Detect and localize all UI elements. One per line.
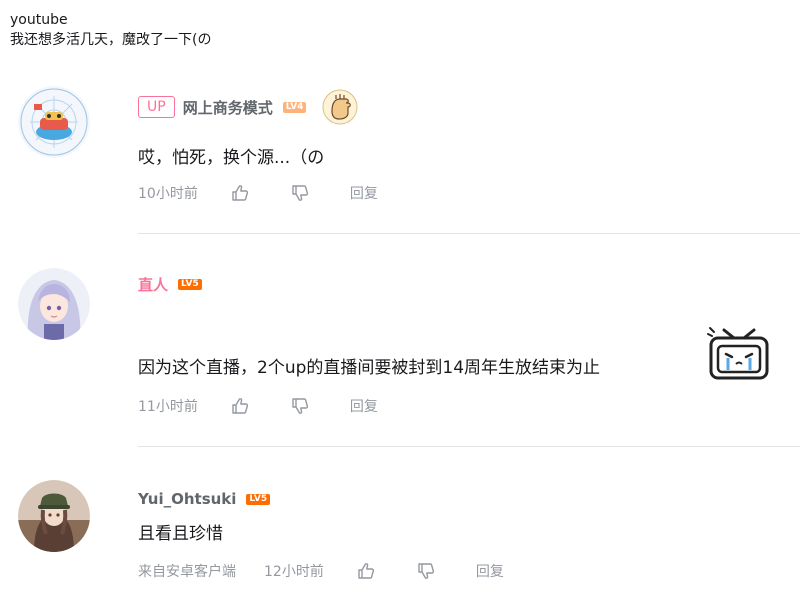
- avatar-image-1: [18, 86, 90, 158]
- avatar-image-3: [18, 480, 90, 552]
- level-badge: LV4: [282, 101, 307, 113]
- avatar[interactable]: [18, 268, 90, 340]
- divider: [138, 446, 800, 447]
- username[interactable]: 直人: [138, 274, 168, 295]
- user-info: Yui_Ohtsuki LV5: [138, 486, 271, 512]
- quoted-post: youtube 我还想多活几天，魔改了一下(の: [10, 10, 211, 50]
- comment-meta: 来自安卓客户端 12小时前 回复: [138, 560, 504, 582]
- reply-button[interactable]: 回复: [476, 561, 504, 581]
- username[interactable]: Yui_Ohtsuki: [138, 490, 236, 508]
- comment-text: 哎，怕死，换个源...（の: [138, 148, 325, 168]
- divider: [138, 233, 800, 234]
- user-info: UP 网上商务模式 LV4: [138, 89, 358, 125]
- comment-source: 来自安卓客户端: [138, 564, 236, 580]
- bilibili-tv-crying-sticker: [707, 327, 769, 380]
- up-badge: UP: [138, 96, 175, 118]
- avatar[interactable]: [18, 86, 90, 158]
- comment-text: 因为这个直播，2个up的直播间要被封到14周年生放结束为止: [138, 358, 601, 378]
- thumbs-down-icon[interactable]: [290, 183, 310, 203]
- user-info: 直人 LV5: [138, 271, 202, 297]
- comment-text: 且看且珍惜: [138, 524, 223, 544]
- quoted-line-1: youtube: [10, 12, 68, 28]
- thumbs-down-icon[interactable]: [416, 561, 436, 581]
- thumbs-down-icon[interactable]: [290, 396, 310, 416]
- thumbs-up-icon[interactable]: [230, 396, 250, 416]
- thumbs-up-icon[interactable]: [356, 561, 376, 581]
- comment-meta: 10小时前 回复: [138, 182, 378, 204]
- avatar-image-2: [18, 268, 90, 340]
- thumbs-up-icon[interactable]: [230, 183, 250, 203]
- reply-button[interactable]: 回复: [350, 183, 378, 203]
- level-badge: LV5: [178, 278, 202, 290]
- comment-meta: 11小时前 回复: [138, 395, 378, 417]
- level-badge: LV5: [246, 493, 271, 505]
- comment-time: 11小时前: [138, 399, 198, 415]
- comment-time: 12小时前: [264, 564, 324, 580]
- fist-emoji-icon: [322, 89, 358, 125]
- comment-time: 10小时前: [138, 186, 198, 202]
- avatar[interactable]: [18, 480, 90, 552]
- username[interactable]: 网上商务模式: [183, 97, 273, 118]
- reply-button[interactable]: 回复: [350, 396, 378, 416]
- quoted-line-2: 我还想多活几天，魔改了一下(の: [10, 32, 212, 48]
